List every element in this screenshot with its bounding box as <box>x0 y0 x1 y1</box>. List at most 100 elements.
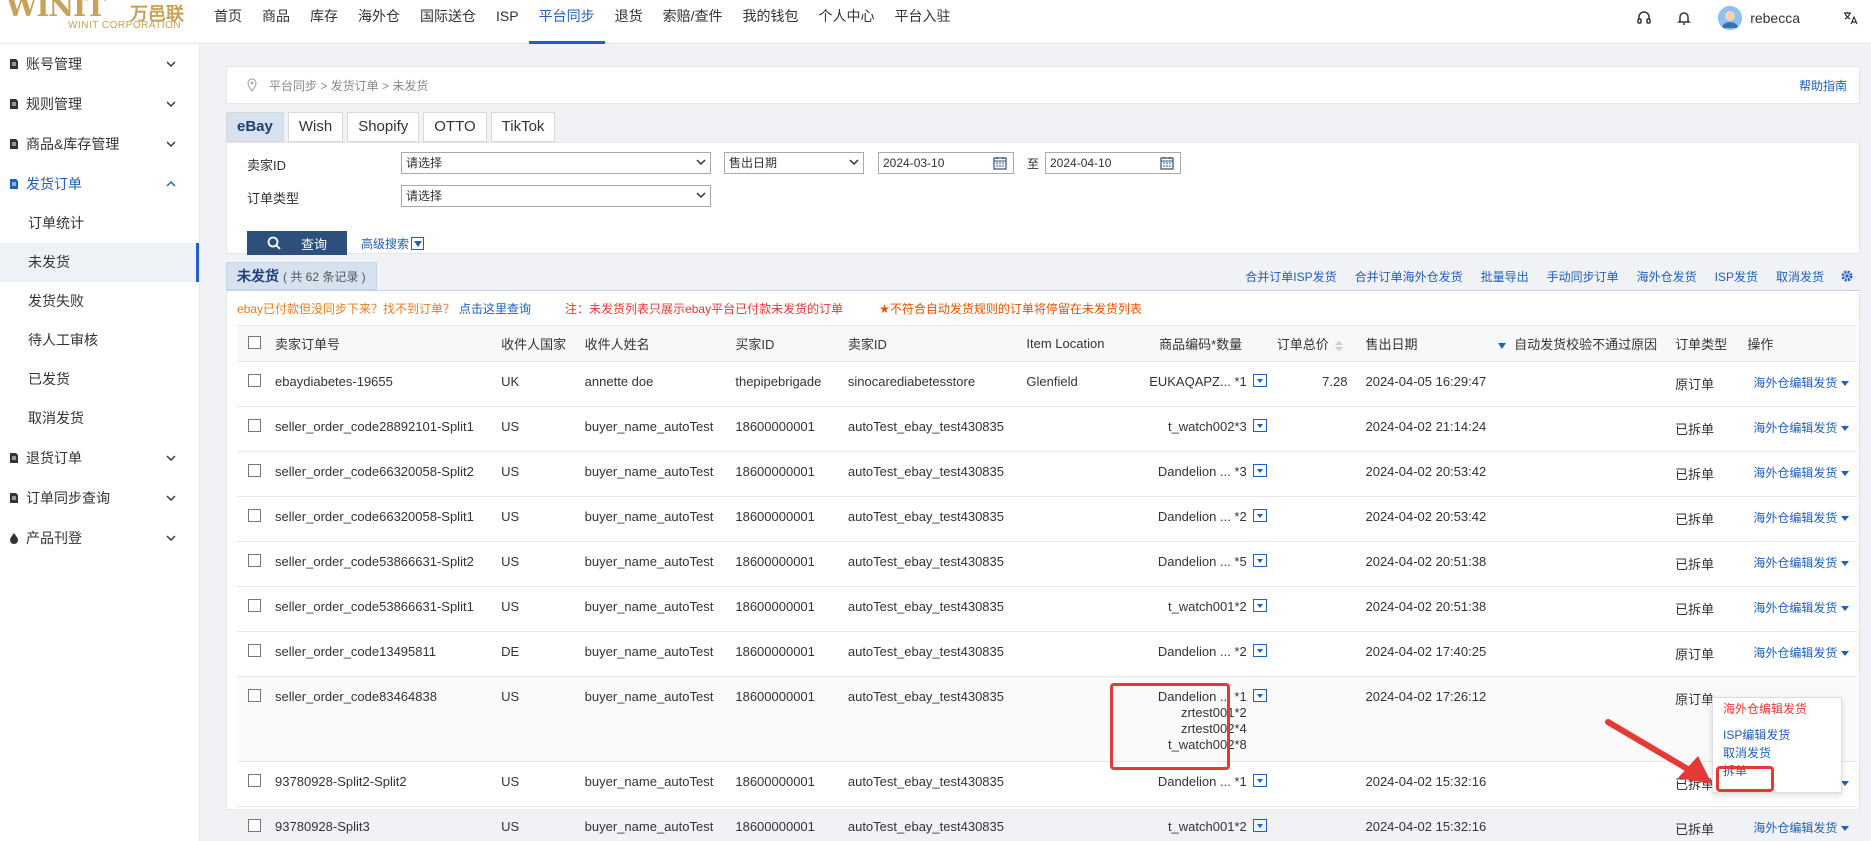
headset-icon[interactable] <box>1635 9 1653 27</box>
select-all-checkbox[interactable] <box>248 335 261 349</box>
sidebar-group-2[interactable]: 商品&库存管理 <box>0 124 199 164</box>
sku-expand-dropdown[interactable] <box>1252 774 1267 787</box>
nav-item-1[interactable]: 商品 <box>252 0 300 44</box>
sidebar-item-3[interactable]: 待人工审核 <box>0 321 199 360</box>
date-from-input[interactable]: 2024-03-10 <box>878 152 1014 174</box>
username[interactable]: rebecca <box>1750 10 1800 26</box>
query-here-link[interactable]: 点击这里查询 <box>459 300 531 317</box>
sidebar-item-1[interactable]: 未发货 <box>0 243 199 282</box>
row-checkbox[interactable] <box>248 819 261 832</box>
action-5[interactable]: ISP发货 <box>1715 268 1758 285</box>
edit-ship-dropdown[interactable]: 海外仓编辑发货 <box>1753 821 1837 835</box>
sidebar-group-1[interactable]: 规则管理 <box>0 84 199 124</box>
row-checkbox[interactable] <box>248 509 261 522</box>
sku-expand-dropdown[interactable] <box>1252 819 1267 832</box>
bell-icon[interactable] <box>1675 9 1693 27</box>
tab-wish[interactable]: Wish <box>287 112 344 142</box>
sku-expand-dropdown[interactable] <box>1252 644 1267 657</box>
avatar[interactable] <box>1718 6 1743 30</box>
popup-item-1[interactable]: ISP编辑发货 <box>1713 726 1841 744</box>
nav-item-4[interactable]: 国际送仓 <box>410 0 486 44</box>
unshipped-tab[interactable]: 未发货 ( 共 62 条记录 ) <box>226 262 377 290</box>
nav-item-10[interactable]: 个人中心 <box>808 0 884 44</box>
edit-ship-dropdown[interactable]: 海外仓编辑发货 <box>1753 466 1837 480</box>
edit-ship-dropdown[interactable]: 海外仓编辑发货 <box>1753 556 1837 570</box>
action-3[interactable]: 手动同步订单 <box>1547 268 1619 285</box>
sidebar-group-6[interactable]: 产品刊登 <box>0 518 199 558</box>
edit-ship-dropdown[interactable]: 海外仓编辑发货 <box>1753 376 1837 390</box>
operation-cell: 海外仓编辑发货 <box>1743 631 1857 677</box>
sku-expand-dropdown[interactable] <box>1252 464 1267 477</box>
row-checkbox[interactable] <box>248 644 261 657</box>
sku-expand-dropdown[interactable] <box>1252 554 1267 567</box>
tab-tiktok[interactable]: TikTok <box>490 112 556 142</box>
row-checkbox-cell <box>237 586 272 632</box>
edit-ship-dropdown[interactable]: 海外仓编辑发货 <box>1753 601 1837 615</box>
action-0[interactable]: 合并订单ISP发货 <box>1245 268 1336 285</box>
sidebar-group-label: 发货订单 <box>26 176 82 192</box>
row-checkbox[interactable] <box>248 599 261 612</box>
date-to-input[interactable]: 2024-04-10 <box>1045 152 1181 174</box>
nav-item-0[interactable]: 首页 <box>204 0 252 44</box>
date-type-select[interactable]: 售出日期 <box>724 152 864 174</box>
sort-icon[interactable] <box>1329 337 1343 352</box>
row-checkbox[interactable] <box>248 464 261 477</box>
sidebar-group-4[interactable]: 退货订单 <box>0 438 199 478</box>
calendar-icon[interactable] <box>1160 156 1174 170</box>
nav-item-8[interactable]: 索赔/查件 <box>653 0 733 44</box>
nav-item-9[interactable]: 我的钱包 <box>732 0 808 44</box>
row-checkbox[interactable] <box>248 689 261 702</box>
row-checkbox[interactable] <box>248 374 261 387</box>
gear-icon[interactable] <box>1840 269 1854 283</box>
tab-shopify[interactable]: Shopify <box>347 112 420 142</box>
column-header-2: 收件人姓名 <box>580 325 732 362</box>
edit-ship-dropdown[interactable]: 海外仓编辑发货 <box>1753 421 1837 435</box>
sku-expand-dropdown[interactable] <box>1252 509 1267 522</box>
tab-ebay[interactable]: eBay <box>226 112 284 142</box>
edit-ship-dropdown[interactable]: 海外仓编辑发货 <box>1753 511 1837 525</box>
action-1[interactable]: 合并订单海外仓发货 <box>1355 268 1463 285</box>
calendar-icon[interactable] <box>993 156 1007 170</box>
date-range-separator: 至 <box>1027 157 1040 171</box>
row-checkbox[interactable] <box>248 419 261 432</box>
nav-item-6[interactable]: 平台同步 <box>528 0 605 44</box>
sidebar-item-2[interactable]: 发货失败 <box>0 282 199 321</box>
help-guide-link[interactable]: 帮助指南 <box>1799 77 1847 94</box>
sidebar-item-0[interactable]: 订单统计 <box>0 204 199 243</box>
advanced-search-link[interactable]: 高级搜索 <box>361 235 425 252</box>
nav-item-11[interactable]: 平台入驻 <box>884 0 960 44</box>
tab-otto[interactable]: OTTO <box>423 112 487 142</box>
sku-cell: Dandelion ... *2 <box>1141 496 1273 542</box>
row-checkbox[interactable] <box>248 774 261 787</box>
sidebar-group-5[interactable]: 订单同步查询 <box>0 478 199 518</box>
sku-expand-dropdown[interactable] <box>1252 374 1267 387</box>
order-type-select[interactable]: 请选择 <box>401 185 711 207</box>
action-4[interactable]: 海外仓发货 <box>1637 268 1697 285</box>
translate-icon[interactable] <box>1841 9 1859 27</box>
sku-expand-dropdown[interactable] <box>1252 689 1267 702</box>
order-type-cell: 已拆单 <box>1671 406 1744 452</box>
nav-item-5[interactable]: ISP <box>486 0 529 44</box>
action-6[interactable]: 取消发货 <box>1776 268 1824 285</box>
nav-item-7[interactable]: 退货 <box>605 0 653 44</box>
action-2[interactable]: 批量导出 <box>1481 268 1529 285</box>
sidebar-item-4[interactable]: 已发货 <box>0 360 199 399</box>
sidebar-group-3[interactable]: 发货订单 <box>0 164 199 204</box>
operation-cell: 海外仓编辑发货 <box>1743 541 1857 587</box>
popup-item-2[interactable]: 取消发货 <box>1713 744 1841 762</box>
sku-expand-dropdown[interactable] <box>1252 599 1267 612</box>
sku-expand-dropdown[interactable] <box>1252 419 1267 432</box>
sidebar-item-5[interactable]: 取消发货 <box>0 399 199 438</box>
sku-cell: Dandelion ... *5 <box>1141 541 1273 587</box>
winit-logo[interactable]: WINIT 万邑联 WINIT CORPORATION <box>0 0 190 44</box>
sidebar-group-0[interactable]: 账号管理 <box>0 44 199 84</box>
nav-item-2[interactable]: 库存 <box>300 0 348 44</box>
order-code-cell: seller_order_code13495811 <box>271 631 498 677</box>
nav-item-3[interactable]: 海外仓 <box>348 0 410 44</box>
sort-desc-icon[interactable] <box>1497 342 1506 349</box>
popup-item-0[interactable]: 海外仓编辑发货 <box>1713 700 1841 718</box>
row-checkbox[interactable] <box>248 554 261 567</box>
seller-id-select[interactable]: 请选择 <box>401 152 711 174</box>
query-button[interactable]: 查询 <box>247 231 347 255</box>
edit-ship-dropdown[interactable]: 海外仓编辑发货 <box>1753 646 1837 660</box>
